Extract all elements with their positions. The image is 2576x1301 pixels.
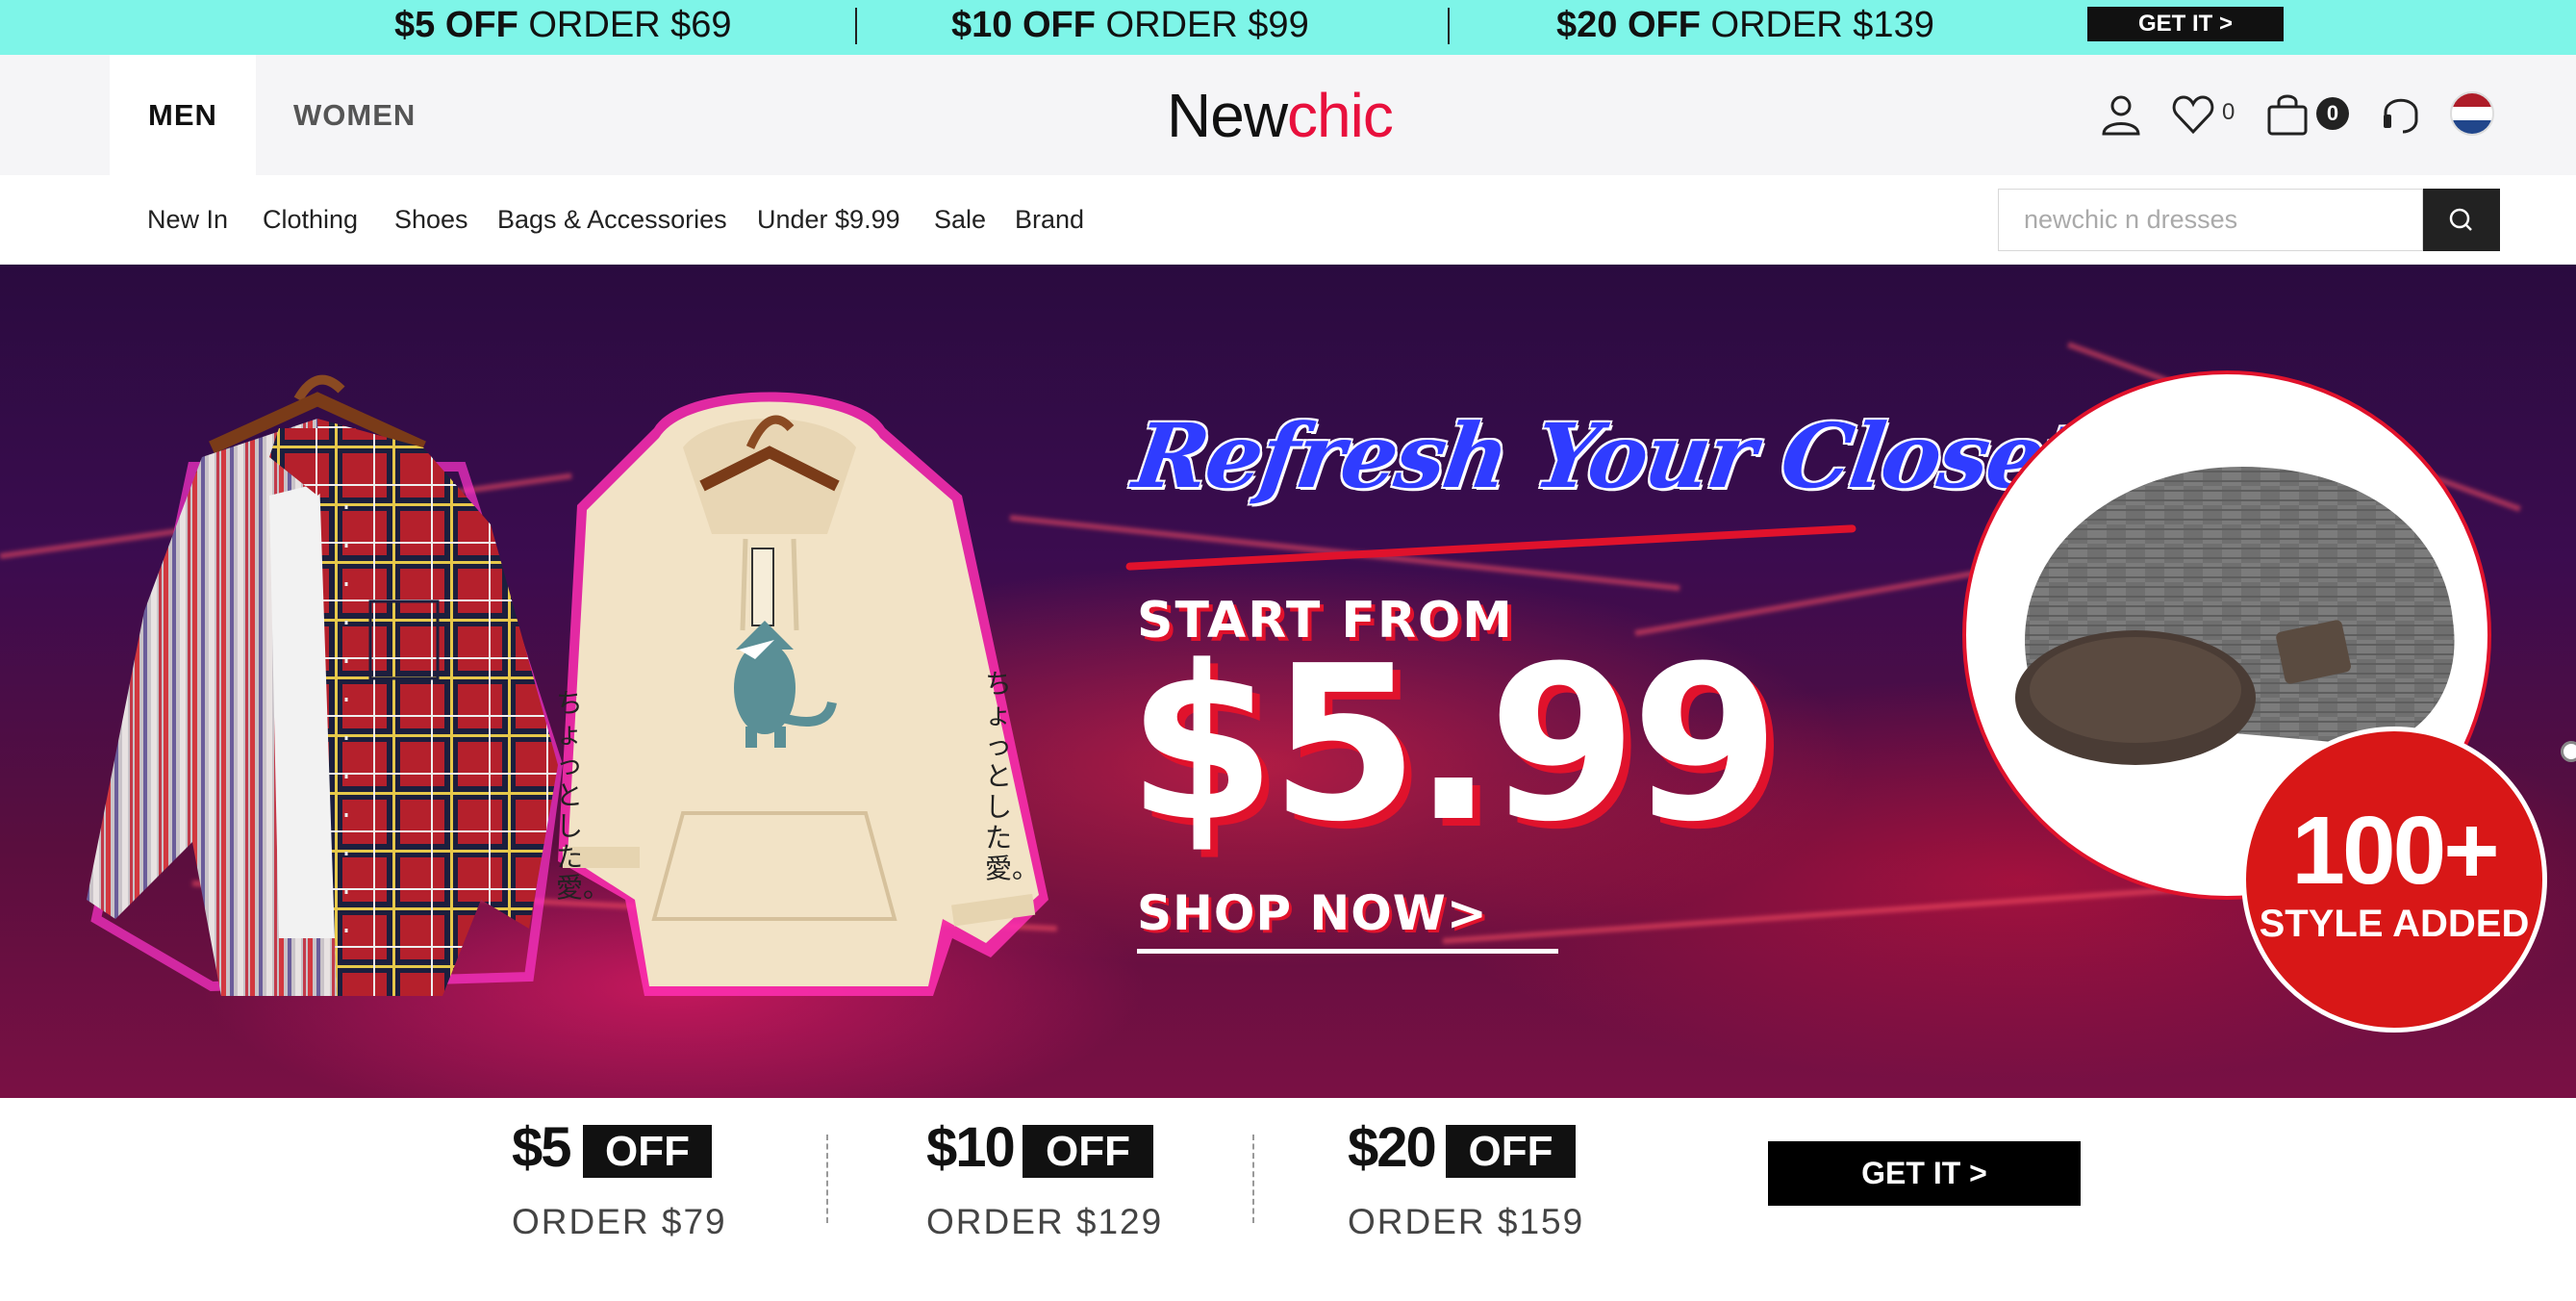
hero-banner[interactable]: ちょっとした愛。 ちょっとした愛。 Refresh Your Closet ST… bbox=[0, 265, 2576, 1098]
promo-item-2[interactable]: $10 OFF ORDER $99 bbox=[951, 0, 1309, 55]
promo-divider bbox=[1448, 8, 1450, 44]
promo-item-3[interactable]: $20 OFF ORDER $139 bbox=[1556, 0, 1934, 55]
promo-get-it-button[interactable]: GET IT > bbox=[2087, 7, 2284, 41]
newchic-logo[interactable]: Newchic bbox=[1167, 80, 1394, 151]
promo-divider bbox=[855, 8, 857, 44]
nav-new-in[interactable]: New In bbox=[147, 175, 228, 265]
support-headset-icon[interactable] bbox=[2378, 91, 2424, 138]
promo-item-1[interactable]: $5 OFF ORDER $69 bbox=[394, 0, 732, 55]
carousel-dot[interactable] bbox=[2561, 741, 2576, 762]
hero-headline: Refresh Your Closet bbox=[1127, 404, 2088, 508]
search-input[interactable]: newchic n dresses bbox=[1998, 189, 2423, 251]
nav-bags-accessories[interactable]: Bags & Accessories bbox=[497, 175, 727, 265]
search-button[interactable] bbox=[2423, 189, 2500, 251]
account-icon[interactable] bbox=[2098, 91, 2144, 138]
tab-women[interactable]: WOMEN bbox=[293, 55, 416, 175]
site-header: MEN WOMEN Newchic 0 0 bbox=[0, 55, 2576, 175]
hoodie-sleeve-text-right: ちょっとした愛。 bbox=[985, 669, 1040, 883]
nav-shoes[interactable]: Shoes bbox=[394, 175, 468, 265]
nav-clothing[interactable]: Clothing bbox=[263, 175, 358, 265]
hero-price: $5.99 bbox=[1127, 621, 1780, 869]
coupon-get-it-button[interactable]: GET IT > bbox=[1768, 1141, 2081, 1206]
coupon-divider bbox=[1252, 1135, 1254, 1223]
cart-count-badge: 0 bbox=[2316, 97, 2349, 130]
nav-under-9-99[interactable]: Under $9.99 bbox=[757, 175, 900, 265]
plaid-shirt-image bbox=[87, 374, 564, 996]
nav-brand[interactable]: Brand bbox=[1015, 175, 1084, 265]
main-nav: New In Clothing Shoes Bags & Accessories… bbox=[0, 175, 2576, 265]
cart-bag-icon[interactable] bbox=[2264, 91, 2311, 138]
hoodie-sleeve-text-left: ちょっとした愛。 bbox=[556, 688, 611, 903]
shop-now-button[interactable]: SHOP NOW> bbox=[1137, 885, 1488, 941]
shop-now-underline bbox=[1137, 949, 1558, 954]
search-icon bbox=[2449, 208, 2472, 231]
nav-sale[interactable]: Sale bbox=[934, 175, 986, 265]
coupon-row: $5 OFF ORDER $79 $10 OFF ORDER $129 $20 … bbox=[0, 1098, 2576, 1301]
dinosaur-hoodie-image bbox=[558, 392, 1048, 996]
wishlist-heart-icon[interactable] bbox=[2170, 91, 2216, 138]
headline-underline bbox=[1125, 524, 1856, 571]
coupon-divider bbox=[826, 1135, 828, 1223]
promo-strip: $5 OFF ORDER $69 $10 OFF ORDER $99 $20 O… bbox=[0, 0, 2576, 55]
style-added-badge: 100+ STYLE ADDED bbox=[2241, 727, 2547, 1033]
tab-men[interactable]: MEN bbox=[110, 55, 256, 175]
wishlist-count: 0 bbox=[2222, 99, 2235, 125]
flag-netherlands-icon[interactable] bbox=[2450, 91, 2494, 136]
